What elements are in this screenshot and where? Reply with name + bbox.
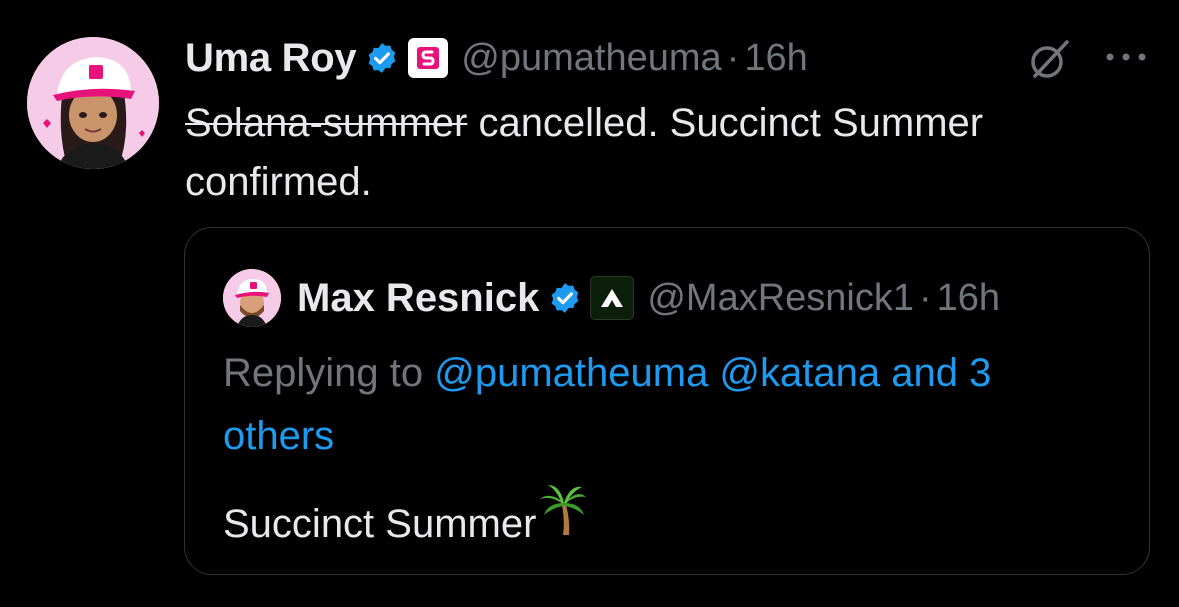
replying-to: Replying to @pumatheuma @katana and 3 ot… [223, 342, 1103, 468]
palm-tree-icon [538, 481, 588, 547]
grok-icon[interactable] [1025, 36, 1073, 89]
struck-text: Solana-summer [185, 101, 468, 145]
katana-logo-icon[interactable] [590, 276, 635, 320]
quoted-tweet-text: Succinct Summer [223, 481, 588, 547]
quoted-author-name[interactable]: Max Resnick [297, 276, 539, 321]
quoted-tweet-card[interactable]: Max Resnick @MaxResnick1 · 16h Replying … [184, 227, 1150, 575]
quoted-tweet-header: Max Resnick @MaxResnick1 · 16h [223, 268, 1000, 328]
replying-prefix: Replying to [223, 351, 435, 395]
verified-badge-icon [365, 41, 399, 75]
tweet-time[interactable]: 16h [744, 37, 807, 80]
tweet-header: Uma Roy @pumatheuma · 16h [185, 30, 808, 86]
succinct-logo-icon[interactable] [408, 38, 449, 78]
separator-dot: · [919, 276, 932, 319]
more-options-icon[interactable] [1104, 50, 1148, 68]
quoted-author-handle[interactable]: @MaxResnick1 [647, 277, 914, 320]
verified-badge-icon [548, 281, 582, 315]
author-handle[interactable]: @pumatheuma [461, 37, 721, 80]
tweet-text: Solana-summer cancelled. Succinct Summer… [185, 94, 1145, 212]
separator-dot: · [726, 36, 740, 79]
uma-roy-avatar[interactable] [27, 37, 159, 169]
quoted-tweet-time[interactable]: 16h [937, 277, 1000, 320]
quoted-text: Succinct Summer [223, 502, 537, 546]
author-name[interactable]: Uma Roy [185, 36, 357, 81]
max-resnick-avatar[interactable] [223, 269, 281, 327]
